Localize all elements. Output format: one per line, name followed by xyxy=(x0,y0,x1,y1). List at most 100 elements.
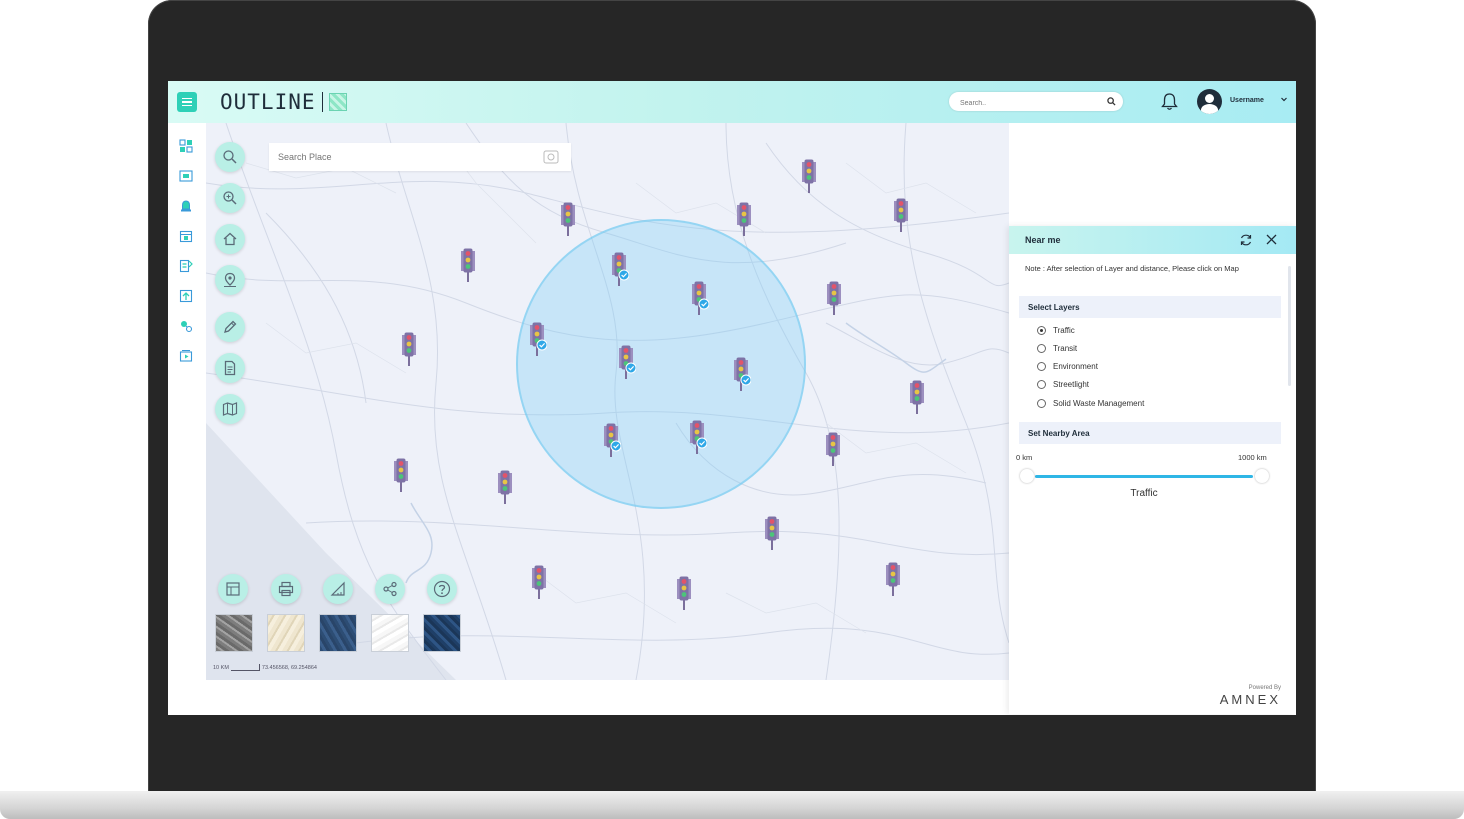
search-icon xyxy=(223,150,237,164)
traffic-signal-pin[interactable] xyxy=(399,331,419,367)
basemap-dark-blue-thumbnail[interactable] xyxy=(319,614,357,652)
basemap-satellite-thumbnail[interactable] xyxy=(215,614,253,652)
traffic-signal-pin[interactable] xyxy=(674,575,694,611)
traffic-signal-pin-selected[interactable] xyxy=(601,422,622,458)
zoom-tool-button[interactable] xyxy=(215,183,245,213)
layers-icon[interactable] xyxy=(179,169,193,183)
traffic-light-icon xyxy=(802,159,816,193)
layer-option-traffic[interactable]: Traffic xyxy=(1037,326,1075,335)
traffic-signal-pin[interactable] xyxy=(823,431,843,467)
location-icon xyxy=(224,272,236,287)
traffic-signal-pin[interactable] xyxy=(391,457,411,493)
menu-icon[interactable] xyxy=(177,92,197,112)
global-search-input[interactable] xyxy=(949,94,1100,113)
username-label[interactable]: Username xyxy=(1230,97,1264,104)
search-icon[interactable] xyxy=(1107,97,1116,106)
notification-bell-icon[interactable] xyxy=(1161,92,1178,111)
refresh-icon[interactable] xyxy=(1239,233,1253,247)
panel-scrollbar[interactable] xyxy=(1288,266,1291,386)
radio-button[interactable] xyxy=(1037,380,1046,389)
import-icon[interactable] xyxy=(179,289,193,303)
layer-option-environment[interactable]: Environment xyxy=(1037,362,1098,371)
dashboard-icon[interactable] xyxy=(179,139,193,153)
scale-label: 10 KM xyxy=(213,664,229,671)
place-search-input[interactable] xyxy=(269,143,528,171)
layer-option-label: Transit xyxy=(1053,344,1078,353)
measure-icon xyxy=(330,581,345,596)
traffic-signal-pin-selected[interactable] xyxy=(616,344,637,380)
traffic-signal-pin[interactable] xyxy=(734,201,754,237)
radio-button[interactable] xyxy=(1037,399,1046,408)
print-tool-button[interactable] xyxy=(271,574,301,604)
brand-logo: AMNEX xyxy=(1219,692,1281,707)
app-logo[interactable]: OUTLINE xyxy=(220,89,347,115)
traffic-light-icon xyxy=(690,420,708,454)
place-search xyxy=(269,143,571,171)
traffic-light-icon xyxy=(604,423,622,457)
home-tool-button[interactable] xyxy=(215,224,245,254)
select-layers-section: Select Layers xyxy=(1019,296,1281,318)
legend-tool-button[interactable] xyxy=(218,574,248,604)
basemap-light-thumbnail[interactable] xyxy=(371,614,409,652)
avatar[interactable] xyxy=(1197,89,1222,114)
layer-option-transit[interactable]: Transit xyxy=(1037,344,1077,353)
radio-button[interactable] xyxy=(1037,326,1046,335)
report-icon[interactable] xyxy=(179,259,193,273)
basemap-terrain-thumbnail[interactable] xyxy=(267,614,305,652)
document-icon xyxy=(224,360,236,376)
locate-icon[interactable] xyxy=(543,150,559,164)
radio-button[interactable] xyxy=(1037,344,1046,353)
traffic-signal-pin[interactable] xyxy=(558,201,578,237)
traffic-signal-pin-selected[interactable] xyxy=(687,419,708,455)
draw-tool-button[interactable] xyxy=(215,312,245,342)
nearby-area-label: Set Nearby Area xyxy=(1028,429,1090,438)
layer-option-streetlight[interactable]: Streetlight xyxy=(1037,380,1089,389)
traffic-signal-pin[interactable] xyxy=(458,247,478,283)
traffic-signal-pin-selected[interactable] xyxy=(527,321,548,357)
close-icon[interactable] xyxy=(1265,233,1278,246)
distance-slider-min-handle[interactable] xyxy=(1020,469,1034,483)
map-canvas[interactable]: 10 KM 73.456568, 69.254864 xyxy=(206,123,1009,680)
video-icon[interactable] xyxy=(179,349,193,363)
traffic-signal-pin[interactable] xyxy=(799,158,819,194)
analysis-icon[interactable] xyxy=(179,319,193,333)
traffic-signal-pin-selected[interactable] xyxy=(689,280,710,316)
near-me-panel: Near me Note : After selection of Layer … xyxy=(1009,226,1296,714)
traffic-signal-pin[interactable] xyxy=(824,280,844,316)
traffic-light-icon xyxy=(894,198,908,232)
distance-slider-track[interactable] xyxy=(1035,475,1253,478)
search-tool-button[interactable] xyxy=(215,142,245,172)
layer-option-label: Environment xyxy=(1053,362,1098,371)
powered-by: Powered By AMNEX xyxy=(1211,685,1281,707)
share-icon xyxy=(383,581,397,597)
traffic-signal-pin-selected[interactable] xyxy=(731,356,752,392)
traffic-signal-pin[interactable] xyxy=(762,515,782,551)
traffic-light-icon xyxy=(826,432,840,466)
layer-option-solid-waste[interactable]: Solid Waste Management xyxy=(1037,399,1144,408)
measure-tool-button[interactable] xyxy=(323,574,353,604)
logo-text: OUTLINE xyxy=(220,90,316,114)
scale-bar: 10 KM 73.456568, 69.254864 xyxy=(213,664,317,671)
share-tool-button[interactable] xyxy=(375,574,405,604)
chevron-down-icon[interactable] xyxy=(1280,95,1288,103)
traffic-signal-pin-selected[interactable] xyxy=(609,251,630,287)
traffic-light-icon xyxy=(737,202,751,236)
traffic-signal-pin[interactable] xyxy=(883,561,903,597)
layer-option-label: Streetlight xyxy=(1053,380,1090,389)
calendar-icon[interactable] xyxy=(179,229,193,243)
traffic-signal-pin[interactable] xyxy=(495,469,515,505)
distance-slider-max-handle[interactable] xyxy=(1255,469,1269,483)
logo-divider xyxy=(321,92,323,112)
map-layers-tool-button[interactable] xyxy=(215,394,245,424)
traffic-signal-pin[interactable] xyxy=(891,197,911,233)
traffic-light-icon xyxy=(765,516,779,550)
radio-button[interactable] xyxy=(1037,362,1046,371)
alert-icon[interactable] xyxy=(179,199,193,213)
basemap-navy-thumbnail[interactable] xyxy=(423,614,461,652)
help-tool-button[interactable] xyxy=(427,574,457,604)
location-tool-button[interactable] xyxy=(215,265,245,295)
document-tool-button[interactable] xyxy=(215,353,245,383)
traffic-signal-pin[interactable] xyxy=(907,379,927,415)
traffic-signal-pin[interactable] xyxy=(529,564,549,600)
top-bar: OUTLINE Username xyxy=(168,81,1296,123)
